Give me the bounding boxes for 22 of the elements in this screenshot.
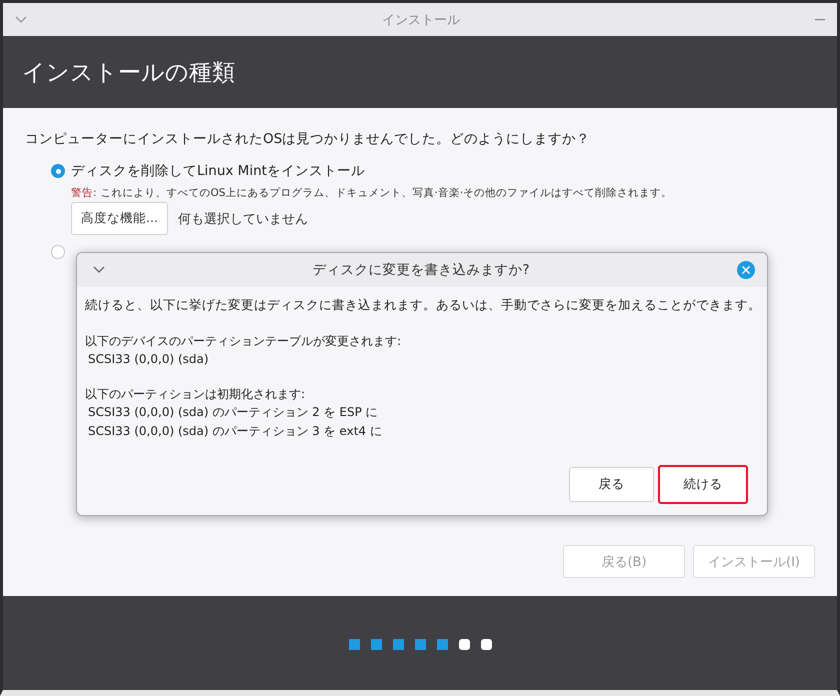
minimize-icon[interactable] [815,18,825,20]
chevron-down-icon[interactable] [93,266,105,274]
section-heading: 以下のパーティションは初期化されます: [85,386,306,403]
close-icon[interactable] [736,261,755,279]
warning-text: 警告: これにより、すべてのOS上にあるプログラム、ドキュメント、写真·音楽·その他のファイルはすべて削除されます。 [71,186,674,200]
selection-status: 何も選択していません [178,210,308,228]
continue-button[interactable]: 続ける [658,465,748,504]
change-item: SCSI33 (0,0,0) (sda) [88,351,210,368]
dialog-message: 続けると、以下に挙げた変更はディスクに書き込まれます。あるいは、手動でさらに変更を加えることができます。 [85,297,759,314]
option-label[interactable]: ディスクを削除してLinux Mintをインストール [71,162,365,180]
back-button[interactable]: 戻る [569,467,654,502]
radio-button[interactable] [51,245,65,259]
section-heading: 以下のデバイスのパーティションテーブルが変更されます: [85,333,402,350]
question-text: コンピューターにインストールされたOSは見つかりませんでした。どのようにしますか？ [25,130,592,148]
change-item: SCSI33 (0,0,0) (sda) のパーティション 2 を ESP に [88,404,379,421]
window-title: インストール [382,12,460,28]
radio-button[interactable] [51,164,65,178]
page-title: インストールの種類 [22,58,235,88]
dialog-title: ディスクに変更を書き込みますか? [312,261,530,279]
chevron-down-icon[interactable] [15,16,27,24]
advanced-features-button[interactable]: 高度な機能... [71,202,168,235]
change-item: SCSI33 (0,0,0) (sda) のパーティション 3 を ext4 に [88,423,383,440]
